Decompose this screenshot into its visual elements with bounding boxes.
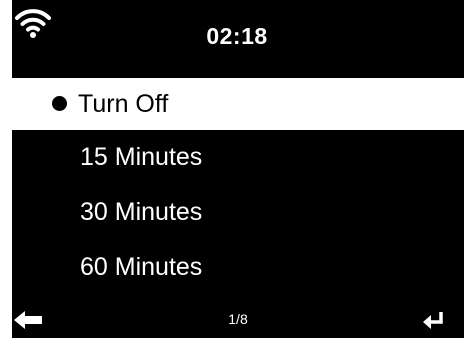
status-bar: 02:18 (12, 0, 464, 74)
menu-item-label: Turn Off (78, 90, 169, 118)
footer-bar: 1/8 (12, 302, 464, 338)
sleep-timer-menu: Turn Off 15 Minutes 30 Minutes 60 Minute… (12, 78, 464, 295)
menu-item-60-minutes[interactable]: 60 Minutes (12, 240, 464, 295)
enter-icon[interactable] (422, 310, 446, 330)
menu-item-label: 60 Minutes (80, 253, 203, 281)
page-indicator: 1/8 (228, 311, 248, 327)
selected-bullet-icon (52, 96, 67, 111)
clock-time: 02:18 (206, 23, 268, 49)
back-arrow-icon[interactable] (14, 310, 44, 330)
menu-item-30-minutes[interactable]: 30 Minutes (12, 185, 464, 240)
menu-item-label: 15 Minutes (80, 143, 203, 171)
menu-item-15-minutes[interactable]: 15 Minutes (12, 130, 464, 185)
radio-display: 02:18 Turn Off 15 Minutes 30 Minutes 60 … (12, 0, 464, 338)
wifi-icon (15, 9, 51, 38)
menu-item-turn-off[interactable]: Turn Off (12, 78, 464, 130)
menu-item-label: 30 Minutes (80, 198, 203, 226)
